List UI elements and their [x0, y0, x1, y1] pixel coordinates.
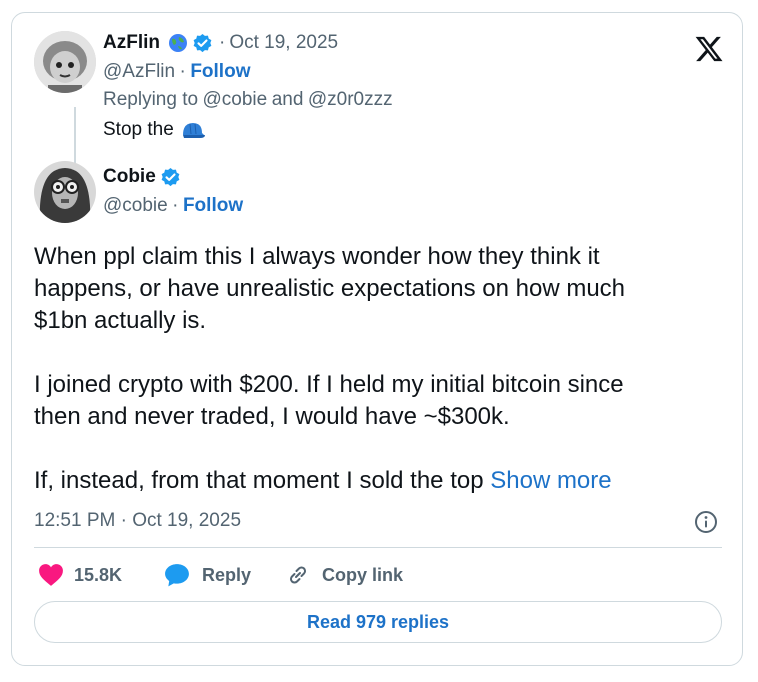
main-tweet-body: When ppl claim this I always wonder how …	[34, 241, 625, 497]
copy-link-label: Copy link	[322, 564, 404, 585]
follow-cobie-button[interactable]: Follow	[183, 195, 243, 216]
azflin-display-name[interactable]: AzFlin	[103, 32, 160, 54]
separator-dot: ·	[219, 32, 226, 53]
verified-badge-icon	[192, 33, 213, 54]
tweet-text-line: $1bn actually is.	[34, 307, 207, 334]
verified-badge-icon	[160, 167, 181, 188]
replying-user-z0r0zzz[interactable]: @z0r0zzz	[308, 89, 393, 110]
tweet-text-line: then and never traded, I would have ~$30…	[34, 403, 510, 430]
follow-azflin-button[interactable]: Follow	[190, 61, 250, 82]
parent-text: Stop the	[103, 119, 174, 140]
show-more-link[interactable]: Show more	[490, 467, 611, 494]
link-chain-icon	[286, 563, 310, 587]
reply-action[interactable]: Reply	[164, 563, 251, 587]
tweet-text-line: I joined crypto with $200. If I held my …	[34, 371, 624, 398]
divider	[34, 547, 722, 548]
parent-handle-row: @AzFlin · Follow	[103, 61, 250, 83]
blue-cap-icon	[180, 119, 206, 141]
main-header: Cobie	[103, 166, 181, 188]
replying-to-row: Replying to @cobie and @z0r0zzz	[103, 89, 393, 111]
copy-link-action[interactable]: Copy link	[286, 563, 403, 587]
tweet-text-line: If, instead, from that moment I sold the…	[34, 467, 484, 494]
azflin-handle[interactable]: @AzFlin	[103, 61, 175, 82]
tweet-timestamp[interactable]: 12:51 PM · Oct 19, 2025	[34, 510, 241, 532]
tweet-text-line: happens, or have unrealistic expectation…	[34, 275, 626, 302]
reply-bubble-icon	[164, 563, 190, 587]
parent-date[interactable]: Oct 19, 2025	[229, 32, 338, 54]
replying-user-cobie[interactable]: @cobie	[203, 89, 268, 110]
cobie-avatar[interactable]	[34, 161, 96, 223]
like-action[interactable]: 15.8K	[38, 563, 122, 587]
info-icon[interactable]	[694, 510, 718, 534]
parent-tweet-text: Stop the	[103, 119, 206, 141]
parent-header: AzFlin · Oct 19, 2025	[103, 32, 338, 54]
read-replies-button[interactable]: Read 979 replies	[34, 601, 722, 643]
cobie-display-name[interactable]: Cobie	[103, 166, 156, 188]
replying-prefix: Replying to	[103, 89, 199, 110]
reply-label: Reply	[202, 564, 252, 585]
heart-icon	[38, 563, 64, 587]
tweet-text-line: When ppl claim this I always wonder how …	[34, 243, 600, 270]
replying-and: and	[271, 89, 304, 110]
separator-dot: ·	[172, 195, 179, 216]
thread-connector	[74, 107, 76, 167]
separator-dot: ·	[179, 61, 186, 82]
x-logo-icon[interactable]	[694, 34, 724, 64]
tweet-embed-card: AzFlin · Oct 19, 2025 @AzFlin · Follow R…	[11, 12, 743, 666]
cobie-handle[interactable]: @cobie	[103, 195, 168, 216]
azflin-avatar[interactable]	[34, 31, 96, 93]
like-count: 15.8K	[74, 564, 123, 585]
earth-globe-icon	[168, 33, 188, 53]
main-handle-row: @cobie · Follow	[103, 195, 243, 217]
